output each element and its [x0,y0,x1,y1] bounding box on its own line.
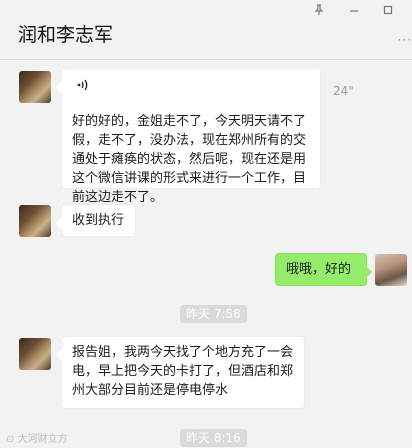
message-text: 哦哦，好的 [286,262,352,277]
voice-transcript-text: 好的好的，金姐走不了，今天明天请不了假，走不了，没办法，现在郑州所有的交通处于瘫… [72,114,307,205]
time-separator: 昨天 8:16 [180,429,247,447]
more-options-button[interactable]: ··· [398,33,412,47]
sent-message-bubble[interactable]: 哦哦，好的 [275,253,372,286]
my-avatar[interactable] [375,254,407,286]
message-text: 报告姐，我两今天找了个地方充了一会电，早上把今天的卡打了，但酒店和郑州大部分目前… [72,345,294,398]
message-bubble[interactable]: 收到执行 [56,204,136,237]
contact-avatar[interactable] [19,338,51,370]
title-bar: 润和李志军 ··· [0,0,412,60]
time-separator: 昨天 7:58 [180,305,247,323]
message-text: 收到执行 [72,213,125,228]
watermark-text: 大河财立方 [17,434,68,445]
message-bubble[interactable]: 报告姐，我两今天找了个地方充了一会电，早上把今天的卡打了，但酒店和郑州大部分目前… [56,336,305,409]
contact-avatar[interactable] [19,71,51,103]
voice-message-bubble[interactable]: 好的好的，金姐走不了，今天明天请不了假，走不了，没办法，现在郑州所有的交通处于瘫… [56,68,321,205]
maximize-icon[interactable] [380,3,396,17]
voice-icon [77,79,88,91]
watermark-logo-icon: ⊙ [6,434,15,445]
message-list: 好的好的，金姐走不了，今天明天请不了假，走不了，没办法，现在郑州所有的交通处于瘫… [0,61,412,448]
contact-avatar[interactable] [19,205,51,237]
pin-icon[interactable] [311,3,327,17]
voice-duration: 24" [333,84,354,98]
minimize-icon[interactable] [346,3,362,17]
chat-title: 润和李志军 [18,24,114,46]
watermark: ⊙ 大河财立方 [6,430,68,445]
